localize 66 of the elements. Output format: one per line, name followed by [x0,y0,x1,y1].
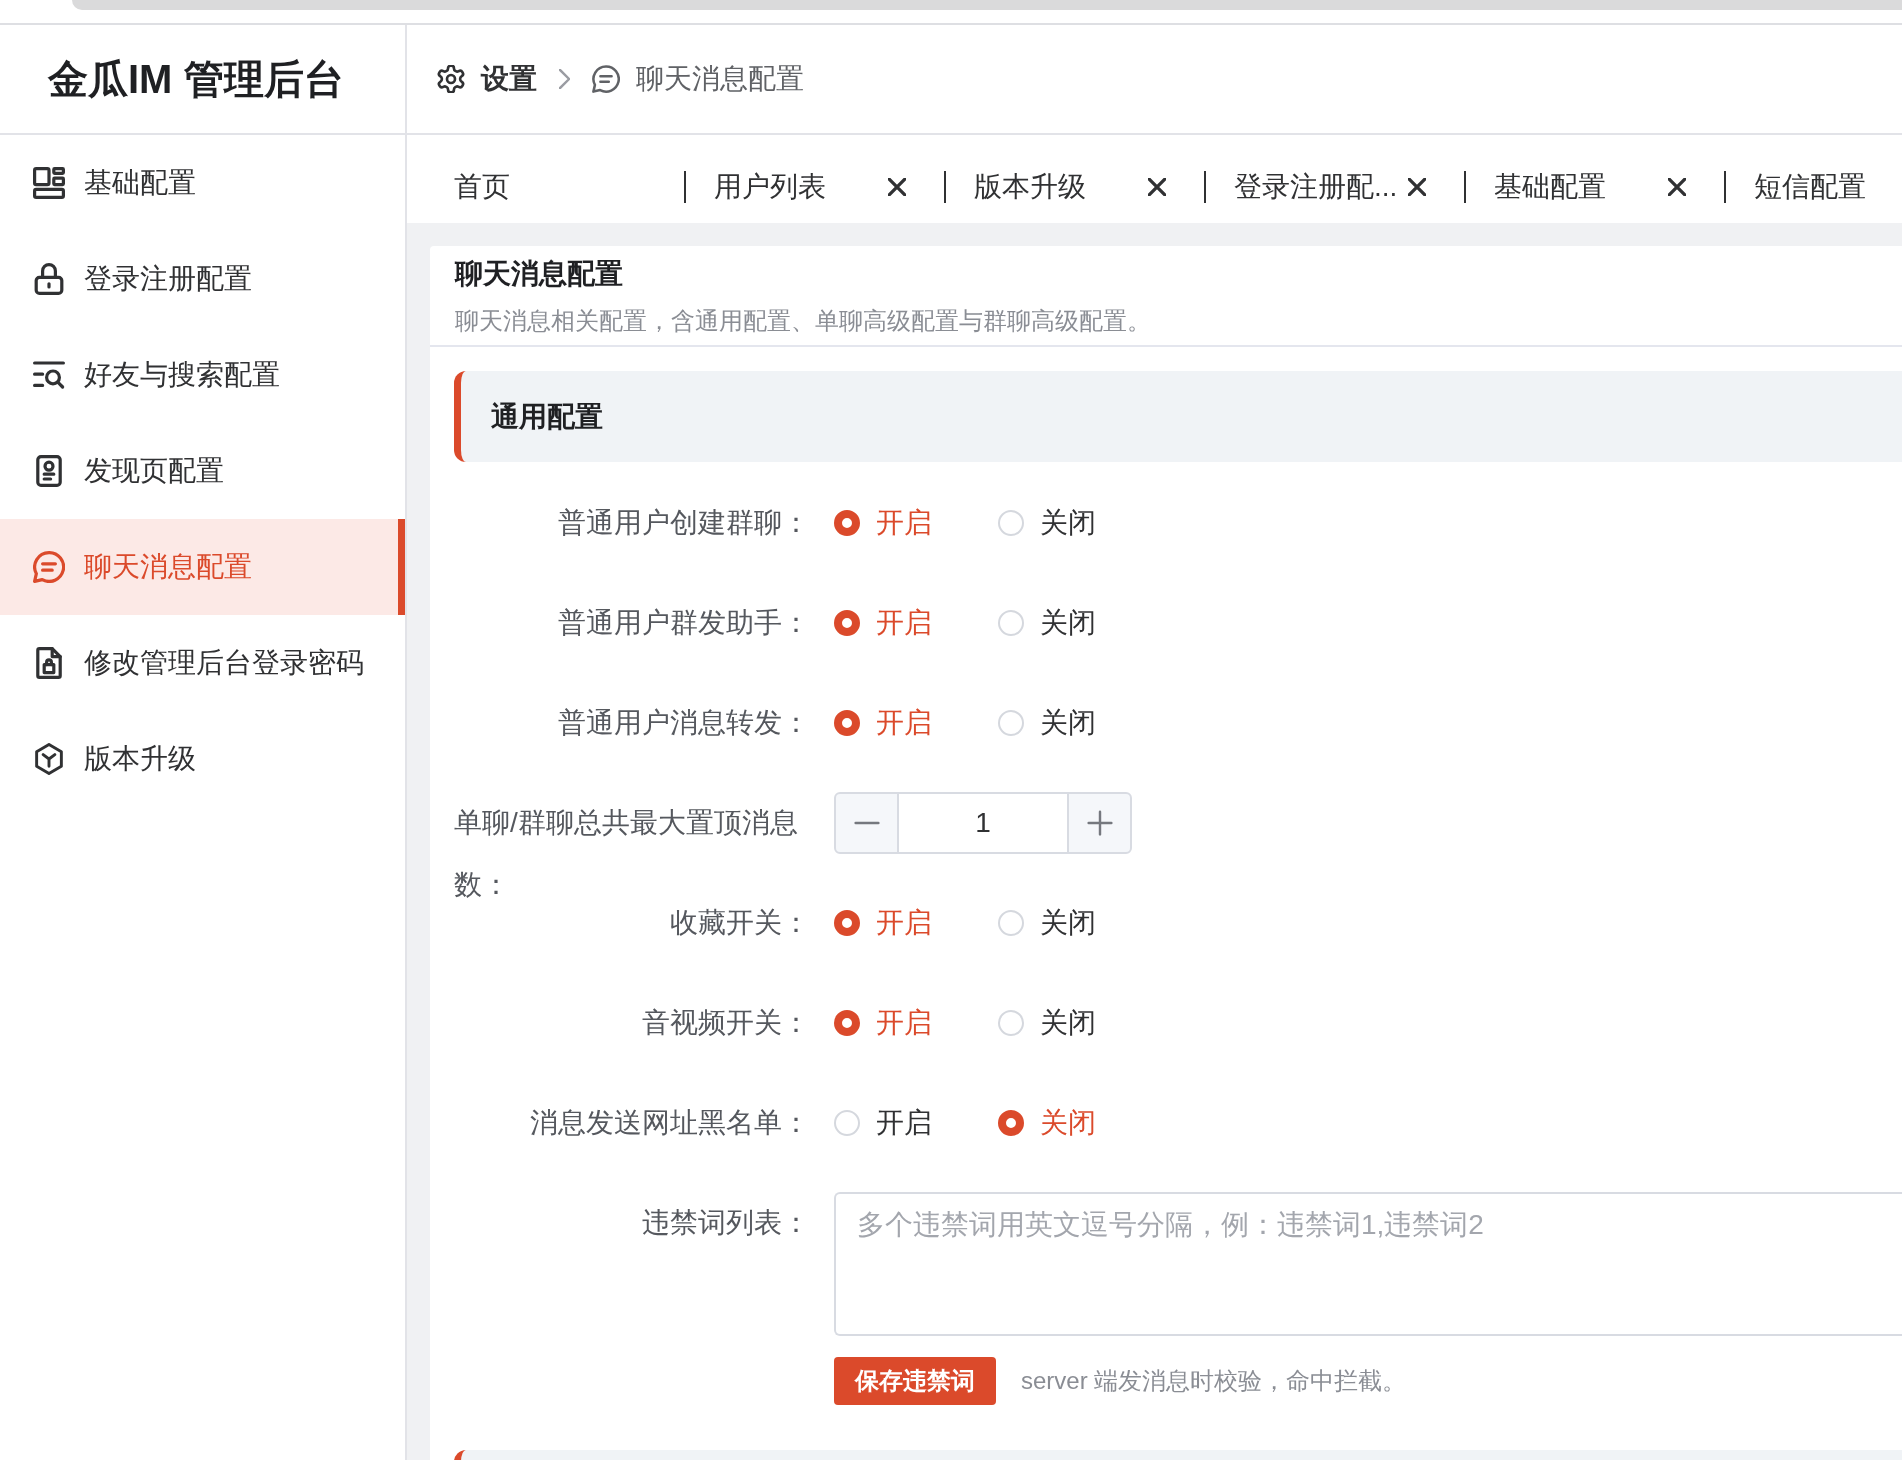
tab[interactable]: 版本升级 [946,159,1204,215]
lock-icon [33,263,65,295]
close-icon[interactable] [888,178,906,196]
radio-option[interactable]: 开启 [834,603,932,643]
radio-option[interactable]: 开启 [834,1103,932,1143]
radio-option[interactable]: 关闭 [998,903,1096,943]
form-label: 普通用户群发助手： [558,606,810,640]
form-label: 单聊/群聊总共最大置顶消息数： [454,806,799,902]
increment-button[interactable] [1067,792,1132,854]
radio-option[interactable]: 关闭 [998,603,1096,643]
form-label: 违禁词列表： [642,1206,810,1240]
save-button[interactable]: 保存违禁词 [834,1357,996,1405]
tab[interactable]: 首页 [426,159,684,215]
id-badge-icon [33,455,65,487]
tab[interactable]: 基础配置 [1466,159,1724,215]
radio-icon[interactable] [834,1010,860,1036]
radio-option[interactable]: 开启 [834,503,932,543]
sidebar-item[interactable]: 修改管理后台登录密码 [0,615,405,711]
radio-icon[interactable] [834,910,860,936]
radio-option[interactable]: 开启 [834,1003,932,1043]
form-label: 普通用户创建群聊： [558,506,810,540]
sidebar-item[interactable]: 版本升级 [0,711,405,807]
sidebar-item[interactable]: 基础配置 [0,135,405,231]
radio-option[interactable]: 关闭 [998,1103,1096,1143]
sidebar-item[interactable]: 发现页配置 [0,423,405,519]
sidebar-item[interactable]: 好友与搜索配置 [0,327,405,423]
card-title: 聊天消息配置 [455,257,624,291]
radio-icon[interactable] [834,510,860,536]
file-lock-icon [33,647,65,679]
form-label: 收藏开关： [670,906,810,940]
tab[interactable]: 短信配置 [1726,159,1866,215]
sidebar-item[interactable]: 登录注册配置 [0,231,405,327]
radio-icon[interactable] [834,610,860,636]
hexagon-icon [33,743,65,775]
section-header: 通用配置 [454,371,1902,462]
textarea-field[interactable]: 多个违禁词用英文逗号分隔，例：违禁词1,违禁词2 [834,1192,1902,1336]
form-label: 音视频开关： [642,1006,810,1040]
form-label: 消息发送网址黑名单： [530,1106,810,1140]
close-icon[interactable] [1148,178,1166,196]
breadcrumb-link[interactable]: 聊天消息配置 [592,60,804,98]
dashboard-icon [33,167,65,199]
radio-option[interactable]: 关闭 [998,503,1096,543]
number-input[interactable]: 1 [899,792,1067,854]
radio-option[interactable]: 关闭 [998,703,1096,743]
radio-icon[interactable] [998,1110,1024,1136]
tab[interactable]: 用户列表 [686,159,944,215]
radio-option[interactable]: 关闭 [998,1003,1096,1043]
tab[interactable]: 登录注册配... [1206,159,1464,215]
app-title: 金瓜IM 管理后台 [0,25,405,135]
radio-option[interactable]: 开启 [834,703,932,743]
minus-icon [853,821,880,825]
help-text: server 端发消息时校验，命中拦截。 [1021,1366,1407,1396]
settings-icon [437,65,465,93]
breadcrumb-link[interactable]: 设置 [437,60,537,98]
chat-bubble-icon [592,65,620,93]
close-icon[interactable] [1408,178,1426,196]
chevron-right-icon [559,69,570,89]
form-label: 普通用户消息转发： [558,706,810,740]
chat-bubble-icon [33,551,65,583]
list-search-icon [33,359,65,391]
card-description: 聊天消息相关配置，含通用配置、单聊高级配置与群聊高级配置。 [455,306,1152,336]
radio-option[interactable]: 开启 [834,903,932,943]
close-icon[interactable] [1668,178,1686,196]
plus-icon [1086,810,1113,836]
sidebar-item[interactable]: 聊天消息配置 [0,519,405,615]
radio-icon[interactable] [834,710,860,736]
